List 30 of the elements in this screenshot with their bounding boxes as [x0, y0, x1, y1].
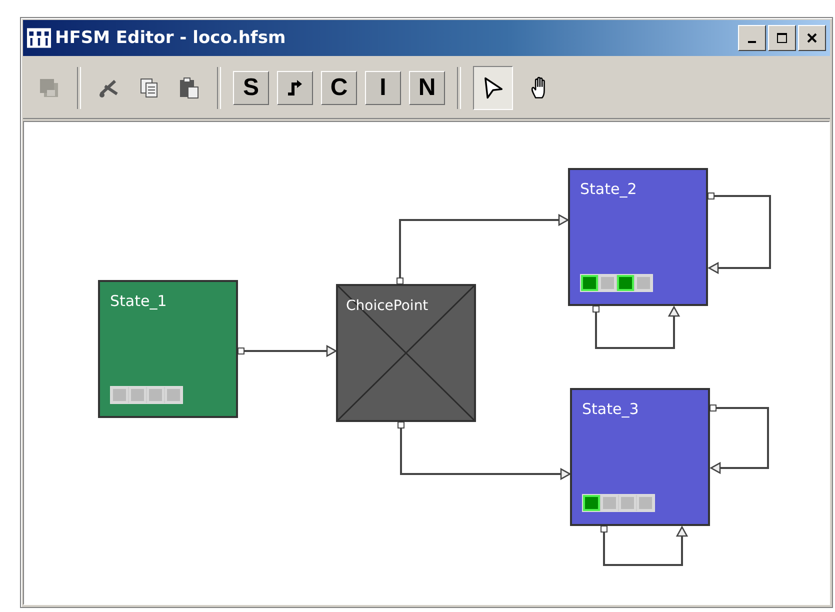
- close-button[interactable]: [798, 25, 826, 51]
- transition-tool-button[interactable]: [277, 71, 313, 105]
- tool-button[interactable]: N: [409, 71, 445, 105]
- maximize-icon: [776, 32, 788, 44]
- node-name: ChoicePoint: [346, 298, 428, 314]
- close-icon: [806, 32, 818, 44]
- window-title: HFSM Editor - loco.hfsm: [55, 28, 287, 48]
- maximize-button[interactable]: [768, 25, 796, 51]
- app-icon: [27, 28, 51, 48]
- node-name: State_3: [582, 400, 639, 418]
- transition-arrow[interactable]: [398, 422, 572, 480]
- node-name: State_2: [580, 180, 637, 198]
- cross-icon: [338, 286, 474, 420]
- transition-arrow[interactable]: [600, 526, 688, 566]
- transition-arrow[interactable]: [592, 306, 680, 349]
- transition-arrow[interactable]: [708, 192, 771, 274]
- pointer-tool-button[interactable]: [473, 66, 513, 110]
- state-node[interactable]: State_3: [570, 388, 710, 526]
- transition-arrow[interactable]: [396, 214, 570, 284]
- minimize-button[interactable]: [738, 25, 766, 51]
- tool-button[interactable]: I: [365, 71, 401, 105]
- state-node[interactable]: State_2: [568, 168, 708, 306]
- node-name: State_1: [110, 292, 167, 310]
- transition-arrow[interactable]: [710, 404, 769, 474]
- state-node[interactable]: State_1: [98, 280, 238, 418]
- choice-point-node[interactable]: ChoicePoint: [336, 284, 476, 422]
- tool-button[interactable]: C: [321, 71, 357, 105]
- transition-arrow[interactable]: [238, 344, 338, 358]
- tool-button[interactable]: S: [233, 71, 269, 105]
- minimize-icon: [748, 41, 756, 43]
